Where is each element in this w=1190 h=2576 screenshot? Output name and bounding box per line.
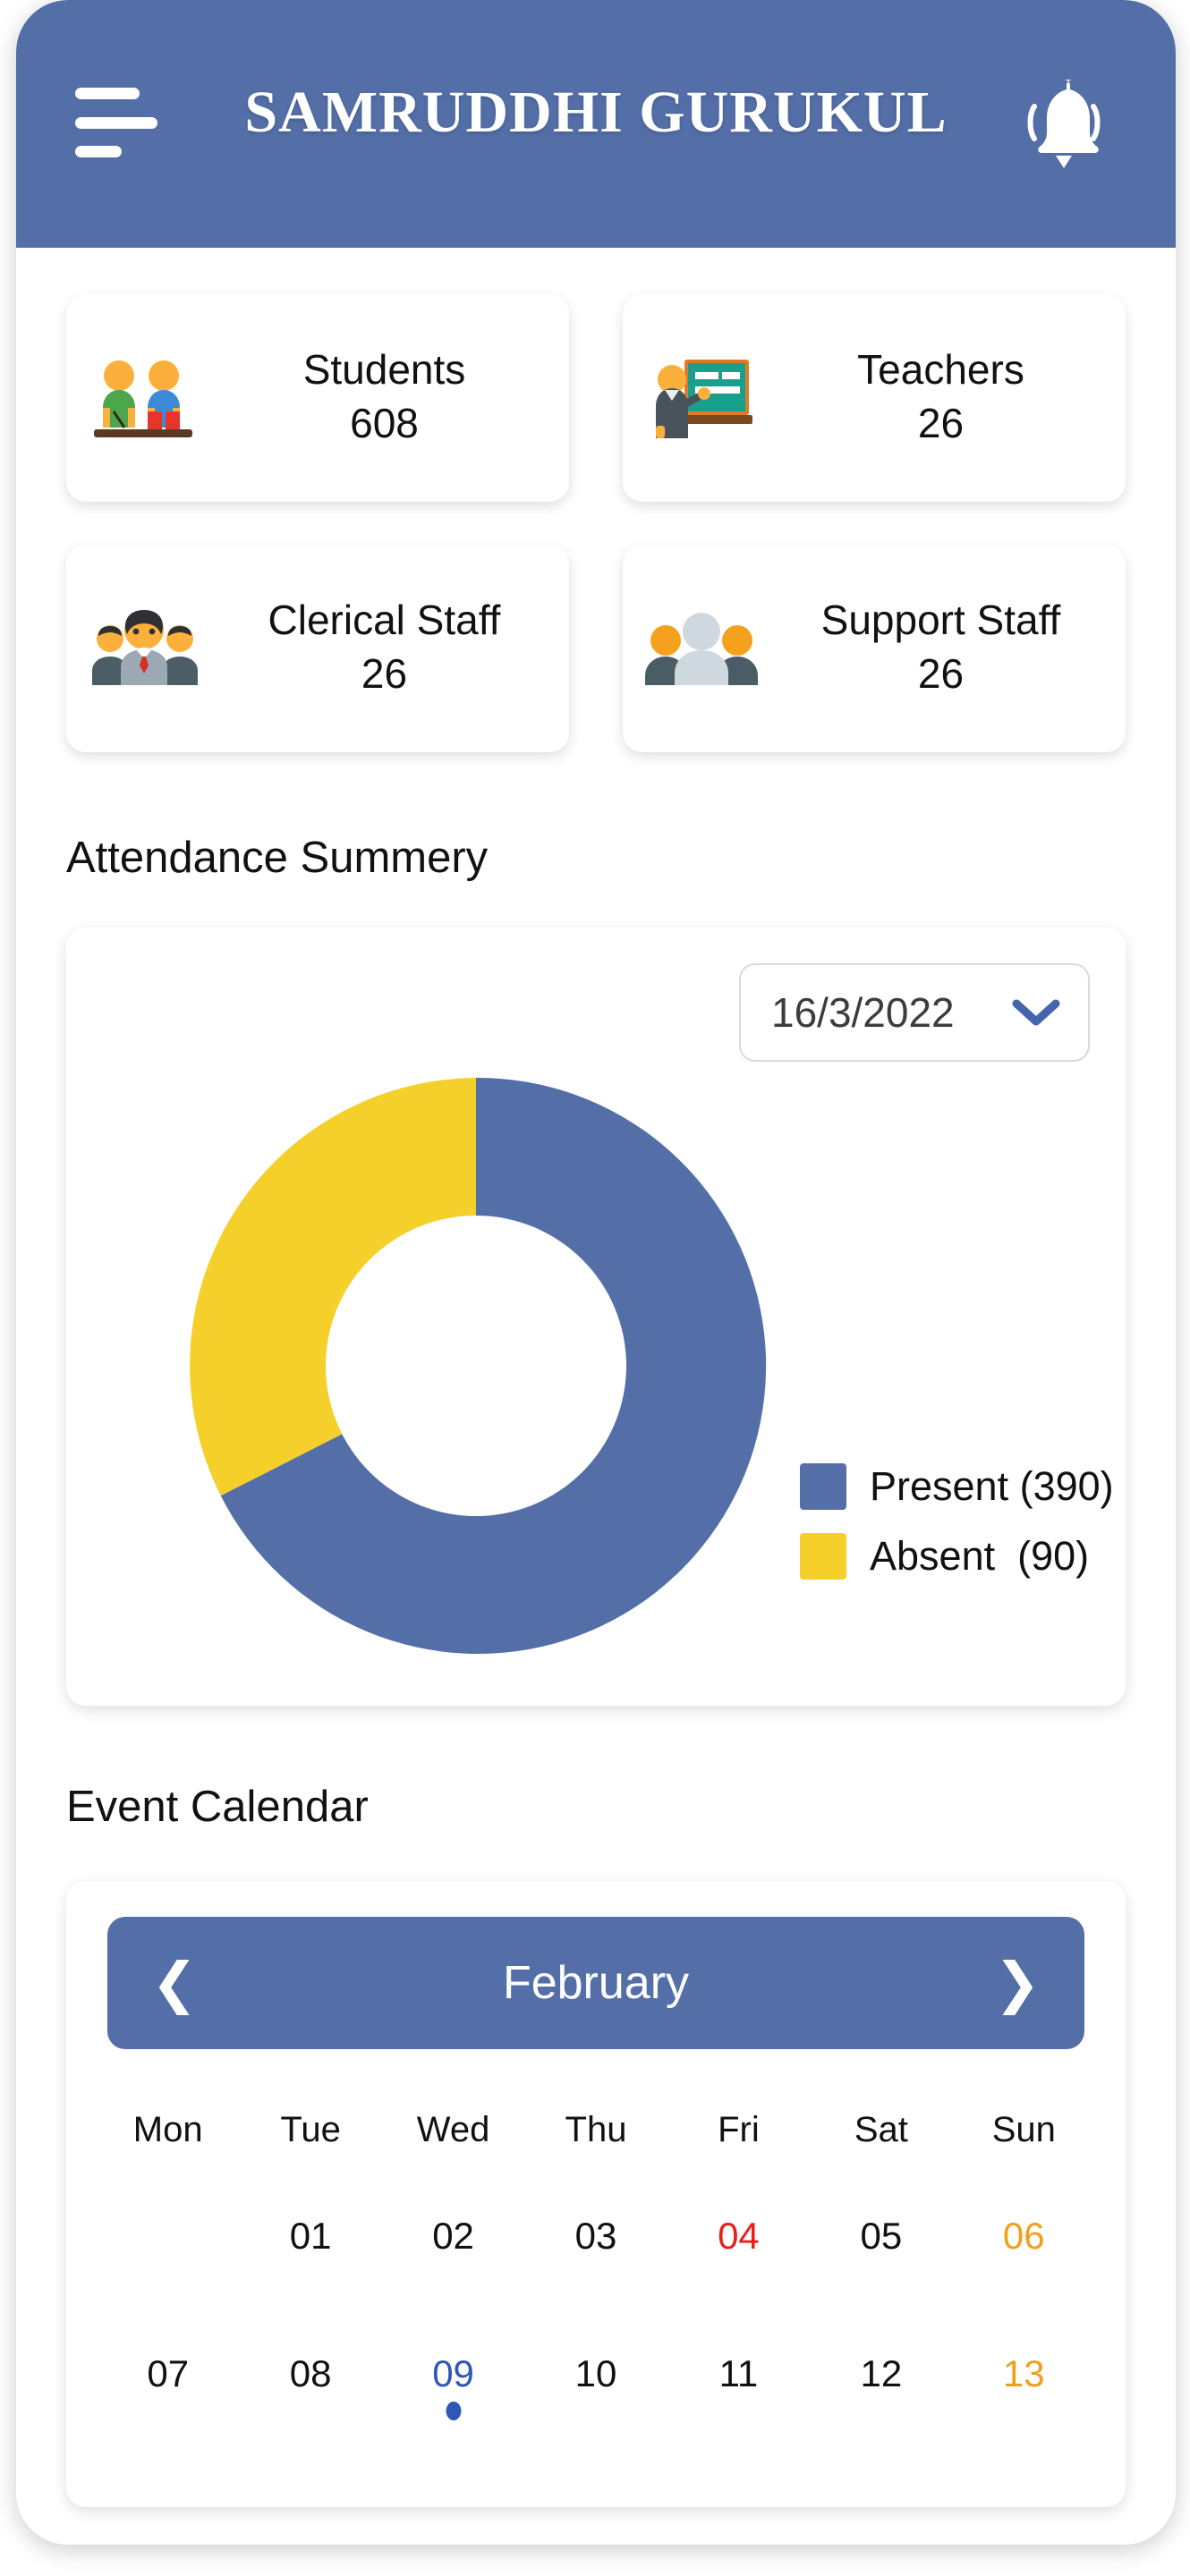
stat-text-students: Students 608 (223, 345, 569, 450)
stat-value: 26 (361, 649, 408, 697)
teacher-at-board-icon (623, 349, 779, 447)
donut-hole (326, 1216, 626, 1516)
calendar-month-label: February (502, 1957, 690, 2009)
stat-text-clerical: Clerical Staff 26 (223, 596, 569, 700)
calendar-day[interactable]: 05 (810, 2150, 952, 2288)
stat-value: 26 (917, 649, 965, 697)
attendance-section-title: Attendance Summery (66, 834, 489, 882)
calendar-day[interactable]: 08 (239, 2288, 381, 2426)
stats-row-1: Students 608 Teachers 26 (16, 294, 1176, 502)
people-group-icon (623, 599, 779, 698)
hamburger-line-3 (75, 146, 122, 157)
stat-label: Students (302, 346, 466, 394)
dashboard-content: Students 608 Teachers 26 Clerical Staff … (16, 294, 1176, 2516)
stat-text-support: Support Staff 26 (779, 596, 1126, 700)
calendar-day[interactable]: 07 (97, 2288, 239, 2426)
calendar-month-bar: ❮ February ❯ (107, 1917, 1084, 2049)
calendar-week-row: 01 02 03 04 05 06 (97, 2150, 1095, 2288)
calendar-day-label: 09 (432, 2352, 474, 2394)
calendar-day[interactable]: 02 (382, 2150, 524, 2288)
weekday-sat: Sat (854, 2110, 908, 2149)
calendar-prev-month-button[interactable]: ❮ (143, 1955, 206, 2011)
business-people-icon (66, 599, 223, 698)
app-header: SAMRUDDHI GURUKUL (16, 0, 1176, 248)
phone-frame: SAMRUDDHI GURUKUL Students 608 Teachers … (16, 0, 1176, 2545)
calendar-day[interactable]: 13 (953, 2288, 1095, 2426)
weekday-fri: Fri (718, 2110, 760, 2149)
calendar-weekday-header: Mon Tue Wed Thu Fri Sat Sun (97, 2049, 1095, 2150)
calendar-day[interactable]: 04 (667, 2150, 810, 2288)
stat-label: Support Staff (820, 597, 1061, 644)
calendar-day[interactable] (97, 2150, 239, 2288)
weekday-tue: Tue (280, 2110, 341, 2149)
date-select-dropdown[interactable]: 16/3/2022 (739, 963, 1090, 1062)
weekday-wed: Wed (416, 2110, 490, 2149)
legend-item-absent: Absent (90) (800, 1533, 1126, 1580)
attendance-chart-legend: Present (390) Absent (90) (800, 1463, 1126, 1603)
calendar-day[interactable]: 03 (524, 2150, 667, 2288)
calendar-day[interactable]: 12 (810, 2288, 952, 2426)
chevron-down-icon (1012, 999, 1060, 1026)
weekday-mon: Mon (132, 2110, 203, 2149)
calendar-day[interactable]: 10 (524, 2288, 667, 2426)
calendar-day-selected[interactable]: 09 (382, 2288, 524, 2426)
calendar-week-row: 07 08 09 10 11 12 13 (97, 2288, 1095, 2426)
stats-row-2: Clerical Staff 26 Support Staff 26 (16, 545, 1176, 752)
legend-label-present: Present (390) (870, 1463, 1114, 1509)
attendance-card: 16/3/2022 Present (390) Absent (90) (66, 928, 1126, 1706)
students-at-desk-icon (66, 349, 223, 447)
weekday-sun: Sun (991, 2110, 1056, 2149)
event-calendar-card: ❮ February ❯ Mon Tue Wed Thu Fri Sat Sun… (66, 1881, 1126, 2507)
calendar-next-month-button[interactable]: ❯ (986, 1955, 1049, 2011)
legend-swatch-absent (800, 1533, 846, 1580)
calendar-day[interactable]: 01 (239, 2150, 381, 2288)
weekday-thu: Thu (565, 2110, 627, 2149)
stat-label: Clerical Staff (268, 597, 501, 644)
stat-card-clerical-staff[interactable]: Clerical Staff 26 (66, 545, 569, 752)
attendance-donut-chart (163, 1053, 789, 1679)
legend-label-absent: Absent (90) (870, 1533, 1090, 1579)
notification-bell-icon[interactable] (1015, 67, 1113, 174)
stat-value: 608 (350, 399, 419, 446)
legend-swatch-present (800, 1463, 846, 1510)
app-title: SAMRUDDHI GURUKUL (244, 80, 948, 145)
stat-card-teachers[interactable]: Teachers 26 (623, 294, 1126, 502)
calendar-day[interactable]: 06 (953, 2150, 1095, 2288)
calendar-day[interactable]: 11 (667, 2288, 810, 2426)
stat-card-students[interactable]: Students 608 (66, 294, 569, 502)
event-calendar-section-title: Event Calendar (66, 1783, 369, 1831)
legend-item-present: Present (390) (800, 1463, 1126, 1510)
calendar-event-dot (446, 2402, 462, 2420)
stat-card-support-staff[interactable]: Support Staff 26 (623, 545, 1126, 752)
stat-label: Teachers (857, 346, 1024, 394)
date-select-value: 16/3/2022 (771, 989, 955, 1036)
stat-text-teachers: Teachers 26 (779, 345, 1126, 450)
stat-value: 26 (917, 399, 965, 446)
